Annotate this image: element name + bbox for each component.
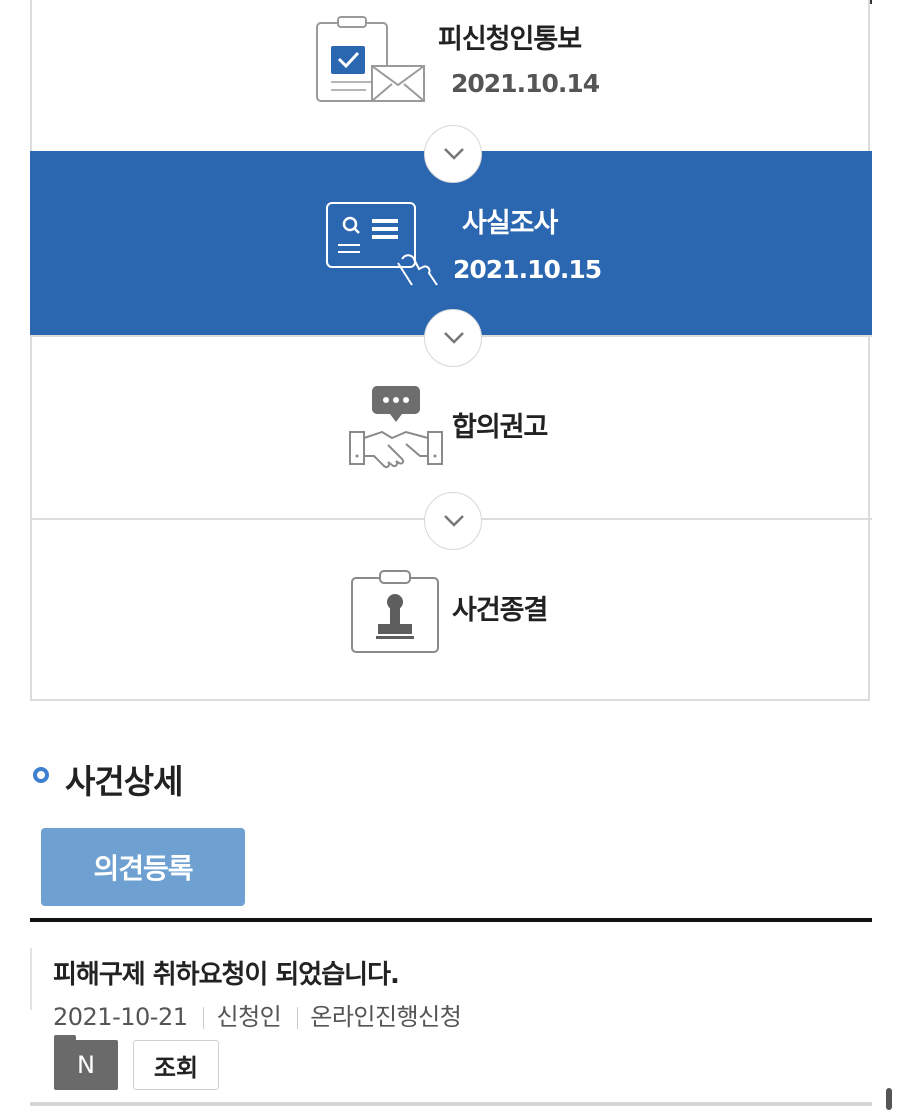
post-title[interactable]: 피해구제 취하요청이 되었습니다. [53,954,400,991]
divider [203,1007,205,1029]
scrollbar-thumb[interactable] [886,1088,892,1110]
post-meta: 2021-10-21 신청인 온라인진행신청 [53,997,462,1032]
step-title: 합의권고 [452,412,548,443]
register-opinion-button[interactable]: 의견등록 [41,828,245,906]
case-progress-timeline: 피신청인통보 2021.10.14 사실조사 2021.10.15 합의권고 사… [30,0,872,701]
view-button[interactable]: 조회 [133,1040,219,1090]
step-title: 사건종결 [452,595,548,626]
chevron-down-icon [424,309,482,367]
divider [297,1007,299,1029]
bullet-circle-icon [33,767,49,783]
new-badge: N [54,1035,118,1090]
divider [30,948,32,1010]
handshake-chat-icon [348,384,444,474]
stamp-clipboard-icon [350,568,442,660]
post-category: 온라인진행신청 [310,1003,462,1031]
step-date: 2021.10.14 [451,69,600,98]
list-item[interactable]: 피해구제 취하요청이 되었습니다. 2021-10-21 신청인 온라인진행신청 N… [30,922,872,1102]
chevron-down-icon [424,125,482,183]
post-author: 신청인 [216,1003,282,1031]
section-title: 사건상세 [65,762,183,801]
chevron-down-icon [424,492,482,550]
document-search-hand-icon [324,199,444,293]
step-date: 2021.10.15 [453,255,602,284]
step-title: 사실조사 [462,208,558,239]
clipboard-envelope-icon [314,14,430,108]
divider [30,1102,872,1106]
post-date: 2021-10-21 [53,1003,188,1031]
step-title: 피신청인통보 [438,24,582,55]
